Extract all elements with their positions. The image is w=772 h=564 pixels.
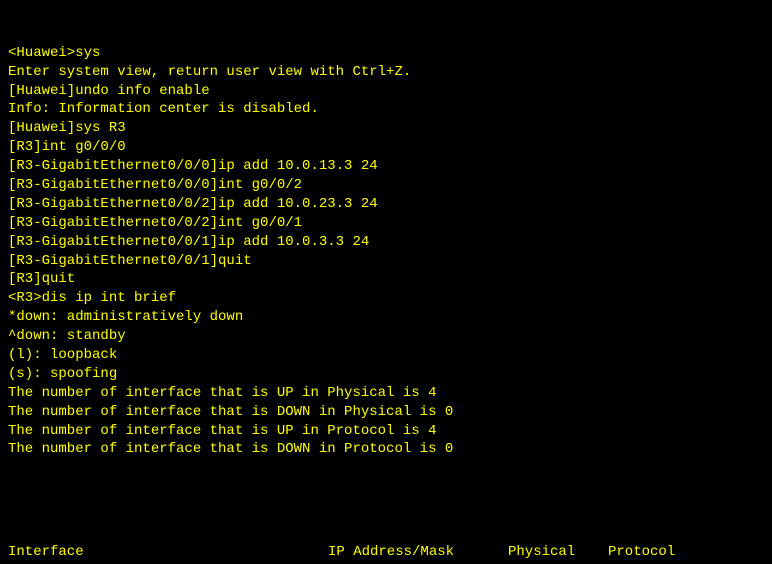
terminal-line: [R3-GigabitEthernet0/0/1]quit	[8, 252, 764, 271]
terminal-line: [Huawei]undo info enable	[8, 82, 764, 101]
terminal-line: [R3]quit	[8, 270, 764, 289]
terminal-line: [Huawei]sys R3	[8, 119, 764, 138]
terminal-line: Info: Information center is disabled.	[8, 100, 764, 119]
table-header-row: Interface IP Address/Mask Physical Proto…	[8, 543, 764, 562]
terminal-line: Enter system view, return user view with…	[8, 63, 764, 82]
header-protocol: Protocol	[608, 543, 708, 562]
terminal-line: [R3-GigabitEthernet0/0/2]int g0/0/1	[8, 214, 764, 233]
terminal-line: [R3-GigabitEthernet0/0/2]ip add 10.0.23.…	[8, 195, 764, 214]
interface-table: Interface IP Address/Mask Physical Proto…	[8, 505, 764, 564]
terminal-line: *down: administratively down	[8, 308, 764, 327]
terminal-line: The number of interface that is DOWN in …	[8, 403, 764, 422]
terminal-line: The number of interface that is DOWN in …	[8, 440, 764, 459]
terminal-line: [R3-GigabitEthernet0/0/1]ip add 10.0.3.3…	[8, 233, 764, 252]
terminal-line: [R3-GigabitEthernet0/0/0]int g0/0/2	[8, 176, 764, 195]
terminal-line: (s): spoofing	[8, 365, 764, 384]
header-interface: Interface	[8, 543, 328, 562]
terminal-line: [R3-GigabitEthernet0/0/0]ip add 10.0.13.…	[8, 157, 764, 176]
terminal-line: The number of interface that is UP in Ph…	[8, 384, 764, 403]
terminal-lines: <Huawei>sysEnter system view, return use…	[8, 44, 764, 460]
terminal-line: <Huawei>sys	[8, 44, 764, 63]
terminal-window[interactable]: <Huawei>sysEnter system view, return use…	[0, 0, 772, 564]
terminal-line: <R3>dis ip int brief	[8, 289, 764, 308]
header-ip: IP Address/Mask	[328, 543, 508, 562]
terminal-line: ^down: standby	[8, 327, 764, 346]
terminal-line: The number of interface that is UP in Pr…	[8, 422, 764, 441]
terminal-line: (l): loopback	[8, 346, 764, 365]
header-physical: Physical	[508, 543, 608, 562]
terminal-line: [R3]int g0/0/0	[8, 138, 764, 157]
